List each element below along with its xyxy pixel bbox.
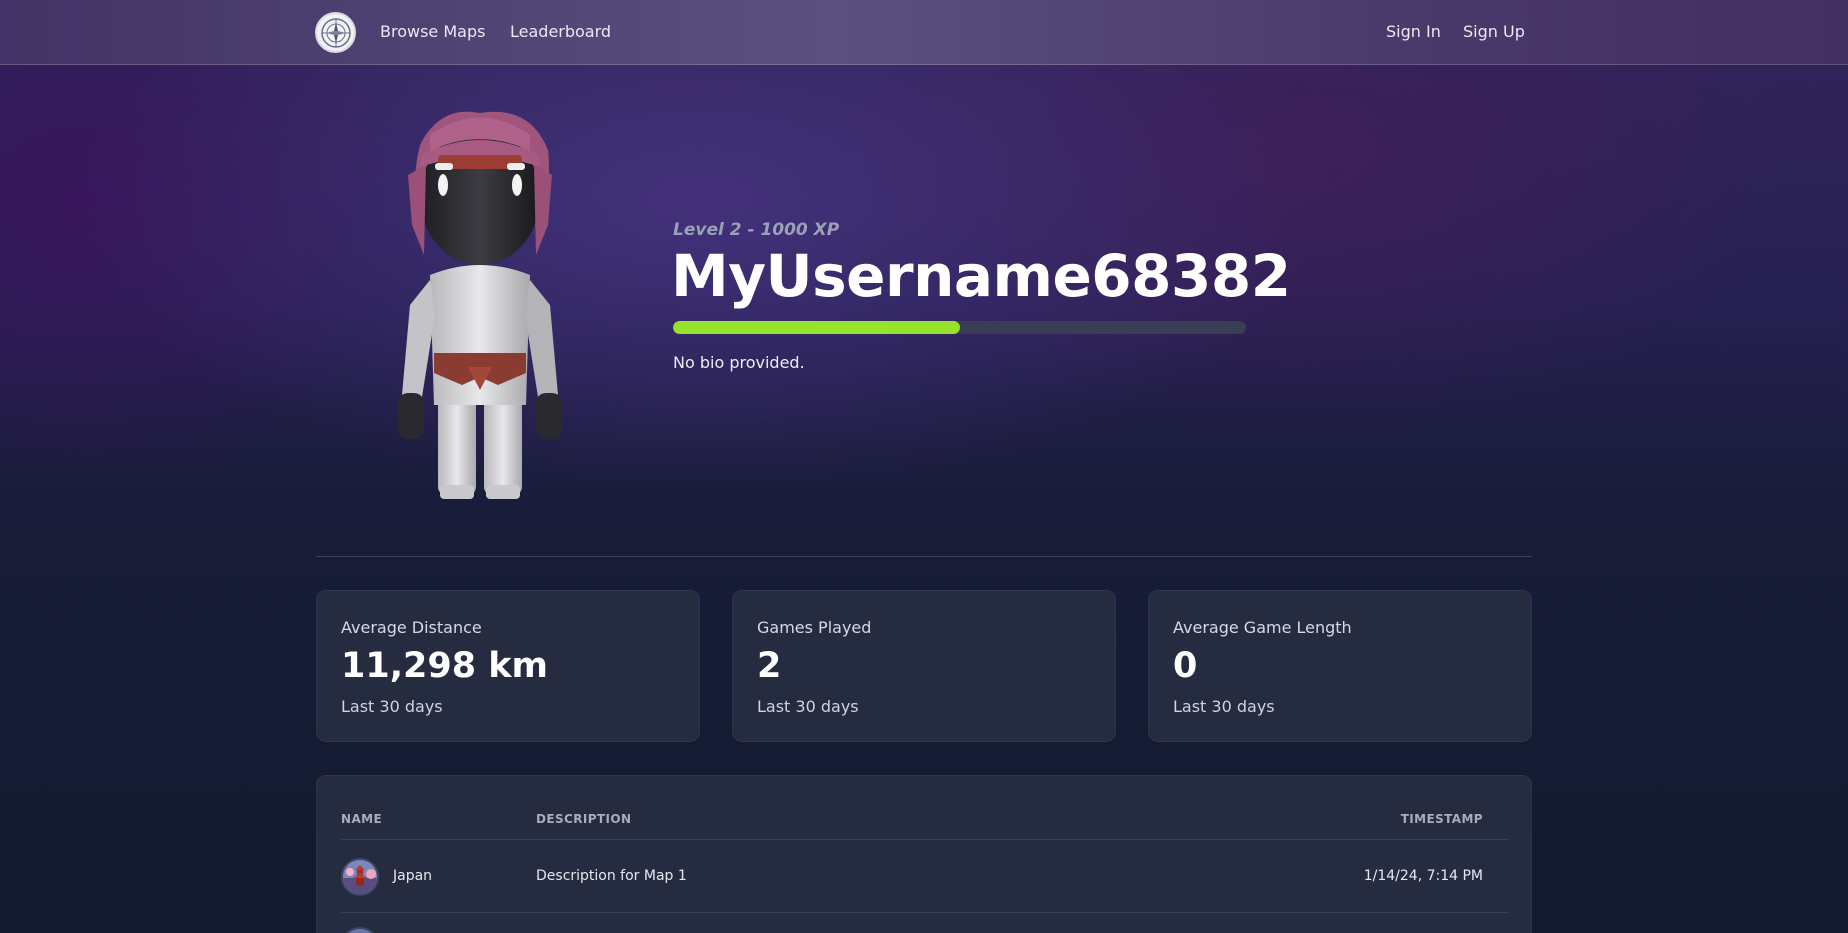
stat-card-average-game-length: Average Game Length 0 Last 30 days bbox=[1148, 590, 1532, 742]
sign-up-link[interactable]: Sign Up bbox=[1463, 22, 1525, 41]
map-name[interactable]: Japan bbox=[393, 868, 432, 884]
stat-label: Average Game Length bbox=[1173, 618, 1352, 637]
stat-label: Games Played bbox=[757, 618, 872, 637]
column-header-name[interactable]: NAME bbox=[341, 812, 382, 826]
game-timestamp: 1/14/24, 7:14 PM bbox=[1363, 868, 1483, 884]
xp-progress-bar bbox=[673, 321, 1246, 334]
column-header-description[interactable]: DESCRIPTION bbox=[536, 812, 631, 826]
xp-progress-fill bbox=[673, 321, 960, 334]
profile-bio: No bio provided. bbox=[673, 353, 805, 372]
section-divider bbox=[316, 556, 1532, 557]
stat-period: Last 30 days bbox=[757, 697, 859, 716]
top-navbar: Browse Maps Leaderboard Sign In Sign Up bbox=[0, 0, 1848, 65]
column-header-timestamp[interactable]: TIMESTAMP bbox=[1401, 812, 1483, 826]
map-thumbnail-icon bbox=[341, 858, 379, 896]
map-description: Description for Map 1 bbox=[536, 868, 687, 884]
profile-username: MyUsername68382 bbox=[671, 242, 1291, 310]
stat-value: 2 bbox=[757, 646, 782, 686]
compass-globe-icon[interactable] bbox=[315, 12, 356, 53]
header-divider bbox=[341, 839, 1509, 840]
stat-value: 0 bbox=[1173, 646, 1198, 686]
sign-in-link[interactable]: Sign In bbox=[1386, 22, 1441, 41]
stat-card-games-played: Games Played 2 Last 30 days bbox=[732, 590, 1116, 742]
character-avatar bbox=[380, 105, 580, 505]
stat-period: Last 30 days bbox=[341, 697, 443, 716]
stat-card-average-distance: Average Distance 11,298 km Last 30 days bbox=[316, 590, 700, 742]
map-thumbnail-icon bbox=[341, 927, 379, 933]
nav-leaderboard[interactable]: Leaderboard bbox=[510, 22, 611, 41]
stat-label: Average Distance bbox=[341, 618, 482, 637]
stat-value: 11,298 km bbox=[341, 646, 548, 686]
stat-period: Last 30 days bbox=[1173, 697, 1275, 716]
row-divider bbox=[341, 912, 1509, 913]
games-table: NAME DESCRIPTION TIMESTAMP Japan Descrip… bbox=[316, 775, 1532, 933]
nav-browse-maps[interactable]: Browse Maps bbox=[380, 22, 485, 41]
level-xp-label: Level 2 - 1000 XP bbox=[673, 220, 840, 240]
